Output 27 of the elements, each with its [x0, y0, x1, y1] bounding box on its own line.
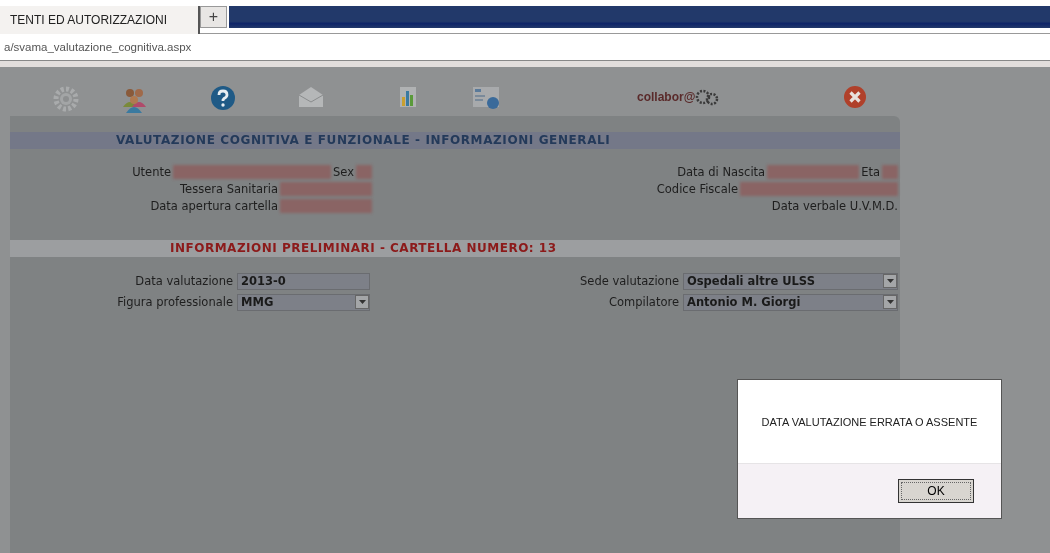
field-label: Data di Nascita — [677, 164, 766, 179]
field-label: Codice Fiscale — [656, 181, 738, 196]
ok-button[interactable]: OK — [898, 479, 974, 503]
field-label: Compilatore — [608, 295, 679, 309]
id-card-icon[interactable] — [472, 85, 502, 109]
field-label: Figura professionale — [117, 295, 233, 309]
section-header: VALUTAZIONE COGNITIVA E FUNZIONALE - INFORMAZIONI GENERALI — [10, 132, 900, 149]
field-label: Tessera Sanitaria — [180, 181, 278, 196]
new-tab-button[interactable]: + — [200, 6, 227, 28]
field-label: Sex — [333, 164, 354, 179]
field-label: Utente — [132, 164, 171, 179]
section-header: INFORMAZIONI PRELIMINARI - CARTELLA NUMERO: 13 — [10, 240, 900, 257]
field-label: Data verbale U.V.M.D. — [771, 198, 898, 213]
alert-message: DATA VALUTAZIONE ERRATA O ASSENTE — [761, 415, 978, 428]
field-label: Data valutazione — [135, 274, 233, 288]
field-label: Data apertura cartella — [150, 198, 278, 213]
dropdown[interactable]: Antonio M. Giorgi — [683, 293, 898, 311]
input-field[interactable]: 2013-0 — [237, 272, 370, 290]
browser-tab[interactable]: TENTI ED AUTORIZZAZIONI — [0, 6, 200, 34]
field-label: Eta — [861, 164, 880, 179]
dropdown[interactable]: MMG — [237, 293, 370, 311]
close-icon[interactable] — [843, 85, 867, 109]
collabora-logo: collabor@ — [637, 87, 720, 107]
field-label: Sede valutazione — [580, 274, 679, 288]
dropdown[interactable]: Ospedali altre ULSS — [683, 272, 898, 290]
address-bar[interactable]: a/svama_valutazione_cognitiva.aspx — [0, 34, 1050, 61]
help-icon[interactable] — [210, 85, 236, 111]
